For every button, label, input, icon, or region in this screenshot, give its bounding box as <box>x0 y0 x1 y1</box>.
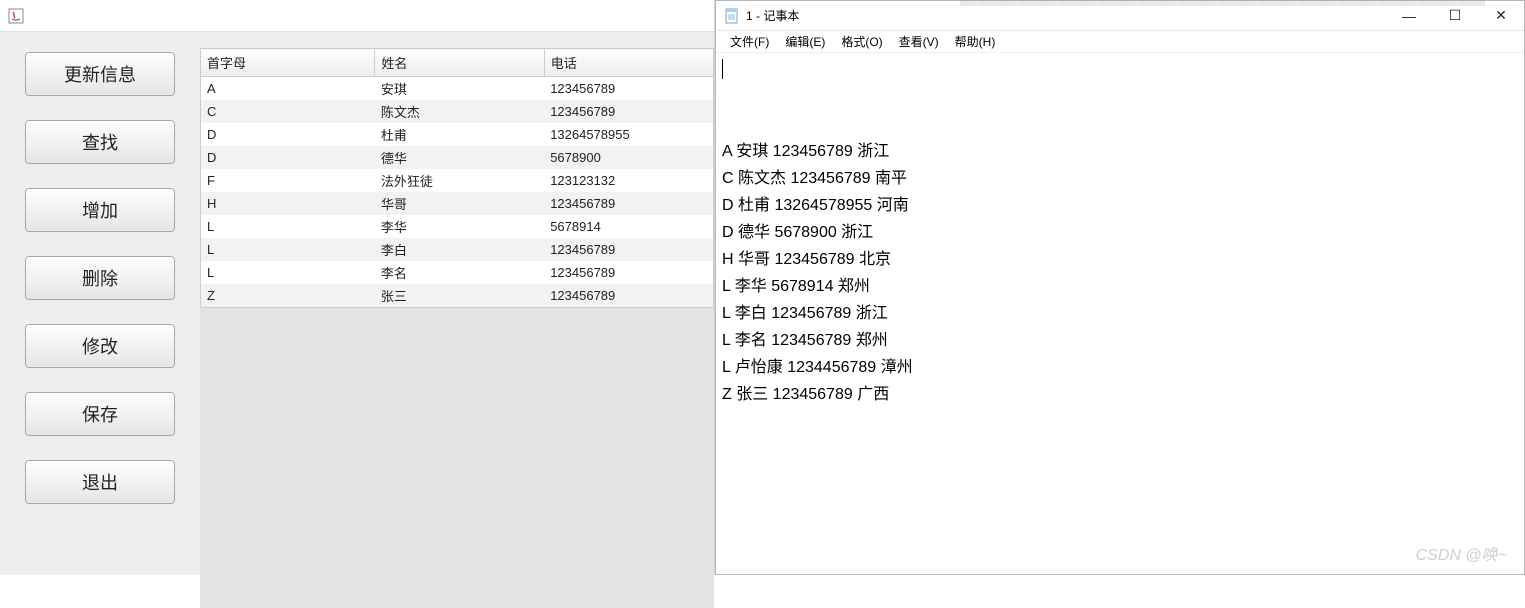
cell-phone[interactable]: 123456789 <box>544 261 713 284</box>
cell-initial[interactable]: Z <box>201 284 375 308</box>
cell-name[interactable]: 杜甫 <box>375 123 544 146</box>
menu-view[interactable]: 查看(V) <box>893 31 945 52</box>
cell-phone[interactable]: 123456789 <box>544 77 713 101</box>
notepad-line: D 杜甫 13264578955 河南 <box>722 192 1518 219</box>
cell-name[interactable]: 李华 <box>375 215 544 238</box>
java-app-icon <box>8 8 24 24</box>
text-caret <box>722 59 723 79</box>
table-row[interactable]: D杜甫13264578955 <box>201 123 714 146</box>
modify-button[interactable]: 修改 <box>25 324 175 368</box>
cell-phone[interactable]: 5678900 <box>544 146 713 169</box>
table-panel: 首字母 姓名 电话 A安琪123456789C陈文杰123456789D杜甫13… <box>200 32 714 575</box>
notepad-title: 1 - 记事本 <box>746 7 799 24</box>
notepad-line: L 李白 123456789 浙江 <box>722 300 1518 327</box>
table-row[interactable]: Z张三123456789 <box>201 284 714 308</box>
table-row[interactable]: F法外狂徒123123132 <box>201 169 714 192</box>
notepad-window: 1 - 记事本 ― ☐ ✕ 文件(F) 编辑(E) 格式(O) 查看(V) 帮助… <box>715 0 1525 575</box>
cell-initial[interactable]: D <box>201 146 375 169</box>
contacts-table[interactable]: 首字母 姓名 电话 A安琪123456789C陈文杰123456789D杜甫13… <box>200 48 714 308</box>
cell-phone[interactable]: 123456789 <box>544 238 713 261</box>
notepad-line: H 华哥 123456789 北京 <box>722 246 1518 273</box>
table-row[interactable]: L李名123456789 <box>201 261 714 284</box>
header-phone[interactable]: 电话 <box>544 49 713 77</box>
menu-help[interactable]: 帮助(H) <box>949 31 1002 52</box>
cell-phone[interactable]: 123456789 <box>544 100 713 123</box>
header-initial[interactable]: 首字母 <box>201 49 375 77</box>
save-button[interactable]: 保存 <box>25 392 175 436</box>
notepad-icon <box>724 8 740 24</box>
button-panel: 更新信息 查找 增加 删除 修改 保存 退出 <box>0 32 200 575</box>
cell-initial[interactable]: F <box>201 169 375 192</box>
cell-phone[interactable]: 5678914 <box>544 215 713 238</box>
notepad-line: L 李华 5678914 郑州 <box>722 273 1518 300</box>
table-row[interactable]: H华哥123456789 <box>201 192 714 215</box>
menu-edit[interactable]: 编辑(E) <box>779 31 831 52</box>
table-row[interactable]: A安琪123456789 <box>201 77 714 101</box>
notepad-line: L 李名 123456789 郑州 <box>722 327 1518 354</box>
cell-name[interactable]: 张三 <box>375 284 544 308</box>
cell-name[interactable]: 安琪 <box>375 77 544 101</box>
exit-button[interactable]: 退出 <box>25 460 175 504</box>
cell-initial[interactable]: C <box>201 100 375 123</box>
cell-initial[interactable]: L <box>201 215 375 238</box>
cell-initial[interactable]: A <box>201 77 375 101</box>
cell-name[interactable]: 李白 <box>375 238 544 261</box>
cell-name[interactable]: 李名 <box>375 261 544 284</box>
notepad-line: A 安琪 123456789 浙江 <box>722 138 1518 165</box>
notepad-line: C 陈文杰 123456789 南平 <box>722 165 1518 192</box>
cell-phone[interactable]: 123456789 <box>544 284 713 308</box>
notepad-line: D 德华 5678900 浙江 <box>722 219 1518 246</box>
cell-initial[interactable]: D <box>201 123 375 146</box>
table-row[interactable]: L李白123456789 <box>201 238 714 261</box>
delete-button[interactable]: 删除 <box>25 256 175 300</box>
java-app-window: 更新信息 查找 增加 删除 修改 保存 退出 首字母 姓名 电话 A安琪1234… <box>0 0 715 575</box>
menu-format[interactable]: 格式(O) <box>835 31 888 52</box>
java-titlebar <box>0 0 714 32</box>
cell-name[interactable]: 德华 <box>375 146 544 169</box>
cell-initial[interactable]: L <box>201 261 375 284</box>
notepad-line: Z 张三 123456789 广西 <box>722 381 1518 408</box>
cell-phone[interactable]: 13264578955 <box>544 123 713 146</box>
table-row[interactable]: C陈文杰123456789 <box>201 100 714 123</box>
cell-phone[interactable]: 123123132 <box>544 169 713 192</box>
notepad-line: L 卢怡康 1234456789 漳州 <box>722 354 1518 381</box>
menu-file[interactable]: 文件(F) <box>724 31 775 52</box>
cell-initial[interactable]: H <box>201 192 375 215</box>
background-clutter <box>960 0 1485 6</box>
notepad-textarea[interactable]: A 安琪 123456789 浙江C 陈文杰 123456789 南平D 杜甫 … <box>716 53 1524 574</box>
notepad-menubar: 文件(F) 编辑(E) 格式(O) 查看(V) 帮助(H) <box>716 31 1524 53</box>
java-app-body: 更新信息 查找 增加 删除 修改 保存 退出 首字母 姓名 电话 A安琪1234… <box>0 32 714 575</box>
cell-name[interactable]: 陈文杰 <box>375 100 544 123</box>
find-button[interactable]: 查找 <box>25 120 175 164</box>
table-header-row: 首字母 姓名 电话 <box>201 49 714 77</box>
update-button[interactable]: 更新信息 <box>25 52 175 96</box>
table-row[interactable]: L李华5678914 <box>201 215 714 238</box>
add-button[interactable]: 增加 <box>25 188 175 232</box>
header-name[interactable]: 姓名 <box>375 49 544 77</box>
cell-name[interactable]: 法外狂徒 <box>375 169 544 192</box>
table-row[interactable]: D德华5678900 <box>201 146 714 169</box>
table-empty-area <box>200 308 714 608</box>
cell-phone[interactable]: 123456789 <box>544 192 713 215</box>
cell-name[interactable]: 华哥 <box>375 192 544 215</box>
cell-initial[interactable]: L <box>201 238 375 261</box>
